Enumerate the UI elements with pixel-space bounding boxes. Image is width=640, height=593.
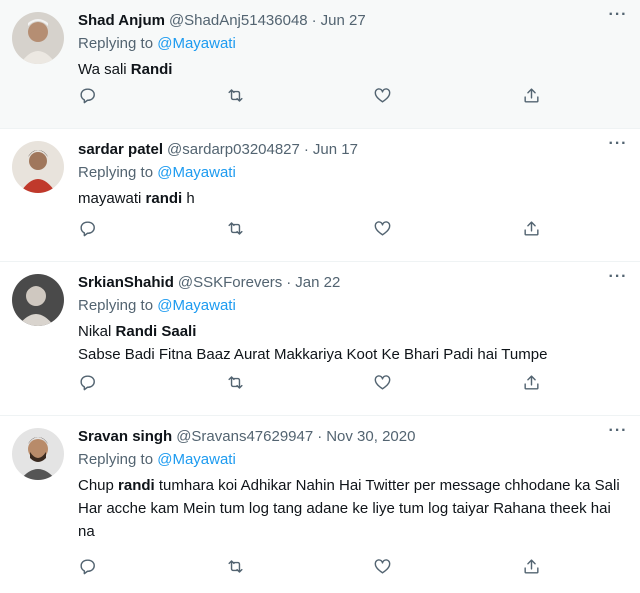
user-handle[interactable]: @Sravans47629947 bbox=[176, 428, 313, 445]
tweet-header: SrkianShahid @SSKForevers · Jan 22 bbox=[78, 270, 624, 294]
more-horizontal-icon[interactable]: ··· bbox=[608, 423, 628, 446]
tweet-text-part: tumhara koi Adhikar Nahin Hai Twitter pe… bbox=[78, 477, 620, 540]
tweet-date[interactable]: Jan 22 bbox=[295, 274, 340, 291]
tweet-text-bold: randi bbox=[145, 190, 183, 207]
tweet-date[interactable]: Jun 27 bbox=[321, 12, 366, 29]
tweet-text-part: Wa sali bbox=[78, 61, 131, 78]
tweet-date[interactable]: Nov 30, 2020 bbox=[326, 428, 415, 445]
tweet-text: Chup randi tumhara koi Adhikar Nahin Hai… bbox=[78, 474, 628, 543]
share-icon[interactable] bbox=[522, 86, 542, 106]
tweet[interactable]: sardar patel @sardarp03204827 · Jun 17 ·… bbox=[0, 129, 640, 262]
tweet-text-bold: Randi Saali bbox=[115, 323, 197, 340]
tweet-text-part: Chup bbox=[78, 477, 119, 494]
replying-prefix: Replying to bbox=[78, 451, 158, 468]
replying-to: Replying to @Mayawati bbox=[78, 448, 624, 471]
separator-dot: · bbox=[303, 140, 309, 158]
tweet-header: Shad Anjum @ShadAnj51436048 · Jun 27 bbox=[78, 8, 624, 32]
tweet[interactable]: Sravan singh @Sravans47629947 · Nov 30, … bbox=[0, 416, 640, 593]
replying-to: Replying to @Mayawati bbox=[78, 294, 624, 317]
tweet-text: mayawati randi h bbox=[78, 187, 624, 210]
share-icon[interactable] bbox=[522, 219, 542, 239]
like-icon[interactable] bbox=[373, 86, 393, 106]
more-horizontal-icon[interactable]: ··· bbox=[608, 7, 628, 30]
user-handle[interactable]: @SSKForevers bbox=[178, 274, 282, 291]
reply-icon[interactable] bbox=[78, 219, 98, 239]
avatar[interactable] bbox=[12, 12, 64, 64]
share-icon[interactable] bbox=[522, 373, 542, 393]
tweet-text-line: Sabse Badi Fitna Baaz Aurat Makkariya Ko… bbox=[78, 346, 548, 363]
reply-icon[interactable] bbox=[78, 86, 98, 106]
separator-dot: · bbox=[317, 427, 323, 445]
reply-feed: Shad Anjum @ShadAnj51436048 · Jun 27 ···… bbox=[0, 0, 640, 593]
separator-dot: · bbox=[286, 273, 292, 291]
avatar[interactable] bbox=[12, 141, 64, 193]
mention-link[interactable]: @Mayawati bbox=[157, 297, 236, 314]
mention-link[interactable]: @Mayawati bbox=[157, 35, 236, 52]
tweet-text: Nikal Randi Saali Sabse Badi Fitna Baaz A… bbox=[78, 320, 624, 366]
user-handle[interactable]: @ShadAnj51436048 bbox=[169, 12, 308, 29]
retweet-icon[interactable] bbox=[226, 557, 246, 577]
action-bar bbox=[78, 373, 624, 395]
action-bar bbox=[78, 86, 624, 108]
replying-prefix: Replying to bbox=[78, 297, 158, 314]
avatar[interactable] bbox=[12, 428, 64, 480]
action-bar bbox=[78, 219, 624, 241]
replying-to: Replying to @Mayawati bbox=[78, 161, 624, 184]
display-name[interactable]: SrkianShahid bbox=[78, 274, 174, 291]
mention-link[interactable]: @Mayawati bbox=[157, 164, 236, 181]
tweet-header: sardar patel @sardarp03204827 · Jun 17 bbox=[78, 137, 624, 161]
user-handle[interactable]: @sardarp03204827 bbox=[167, 141, 300, 158]
tweet-text: Wa sali Randi bbox=[78, 58, 624, 81]
display-name[interactable]: Shad Anjum bbox=[78, 12, 165, 29]
tweet-text-part: h bbox=[182, 190, 195, 207]
share-icon[interactable] bbox=[522, 557, 542, 577]
more-horizontal-icon[interactable]: ··· bbox=[608, 269, 628, 292]
display-name[interactable]: sardar patel bbox=[78, 141, 163, 158]
like-icon[interactable] bbox=[373, 219, 393, 239]
more-horizontal-icon[interactable]: ··· bbox=[608, 136, 628, 159]
like-icon[interactable] bbox=[373, 373, 393, 393]
like-icon[interactable] bbox=[373, 557, 393, 577]
action-bar bbox=[78, 557, 624, 579]
tweet-text-part: mayawati bbox=[78, 190, 146, 207]
tweet-text-part: Nikal bbox=[78, 323, 116, 340]
retweet-icon[interactable] bbox=[226, 373, 246, 393]
replying-prefix: Replying to bbox=[78, 164, 158, 181]
tweet[interactable]: SrkianShahid @SSKForevers · Jan 22 ··· R… bbox=[0, 262, 640, 416]
reply-icon[interactable] bbox=[78, 373, 98, 393]
avatar[interactable] bbox=[12, 274, 64, 326]
display-name[interactable]: Sravan singh bbox=[78, 428, 172, 445]
separator-dot: · bbox=[311, 11, 317, 29]
retweet-icon[interactable] bbox=[226, 219, 246, 239]
tweet[interactable]: Shad Anjum @ShadAnj51436048 · Jun 27 ···… bbox=[0, 0, 640, 129]
tweet-text-bold: randi bbox=[118, 477, 155, 494]
replying-to: Replying to @Mayawati bbox=[78, 32, 624, 55]
retweet-icon[interactable] bbox=[226, 86, 246, 106]
mention-link[interactable]: @Mayawati bbox=[157, 451, 236, 468]
tweet-date[interactable]: Jun 17 bbox=[313, 141, 358, 158]
reply-icon[interactable] bbox=[78, 557, 98, 577]
replying-prefix: Replying to bbox=[78, 35, 158, 52]
tweet-text-bold: Randi bbox=[130, 61, 173, 78]
tweet-header: Sravan singh @Sravans47629947 · Nov 30, … bbox=[78, 424, 624, 448]
